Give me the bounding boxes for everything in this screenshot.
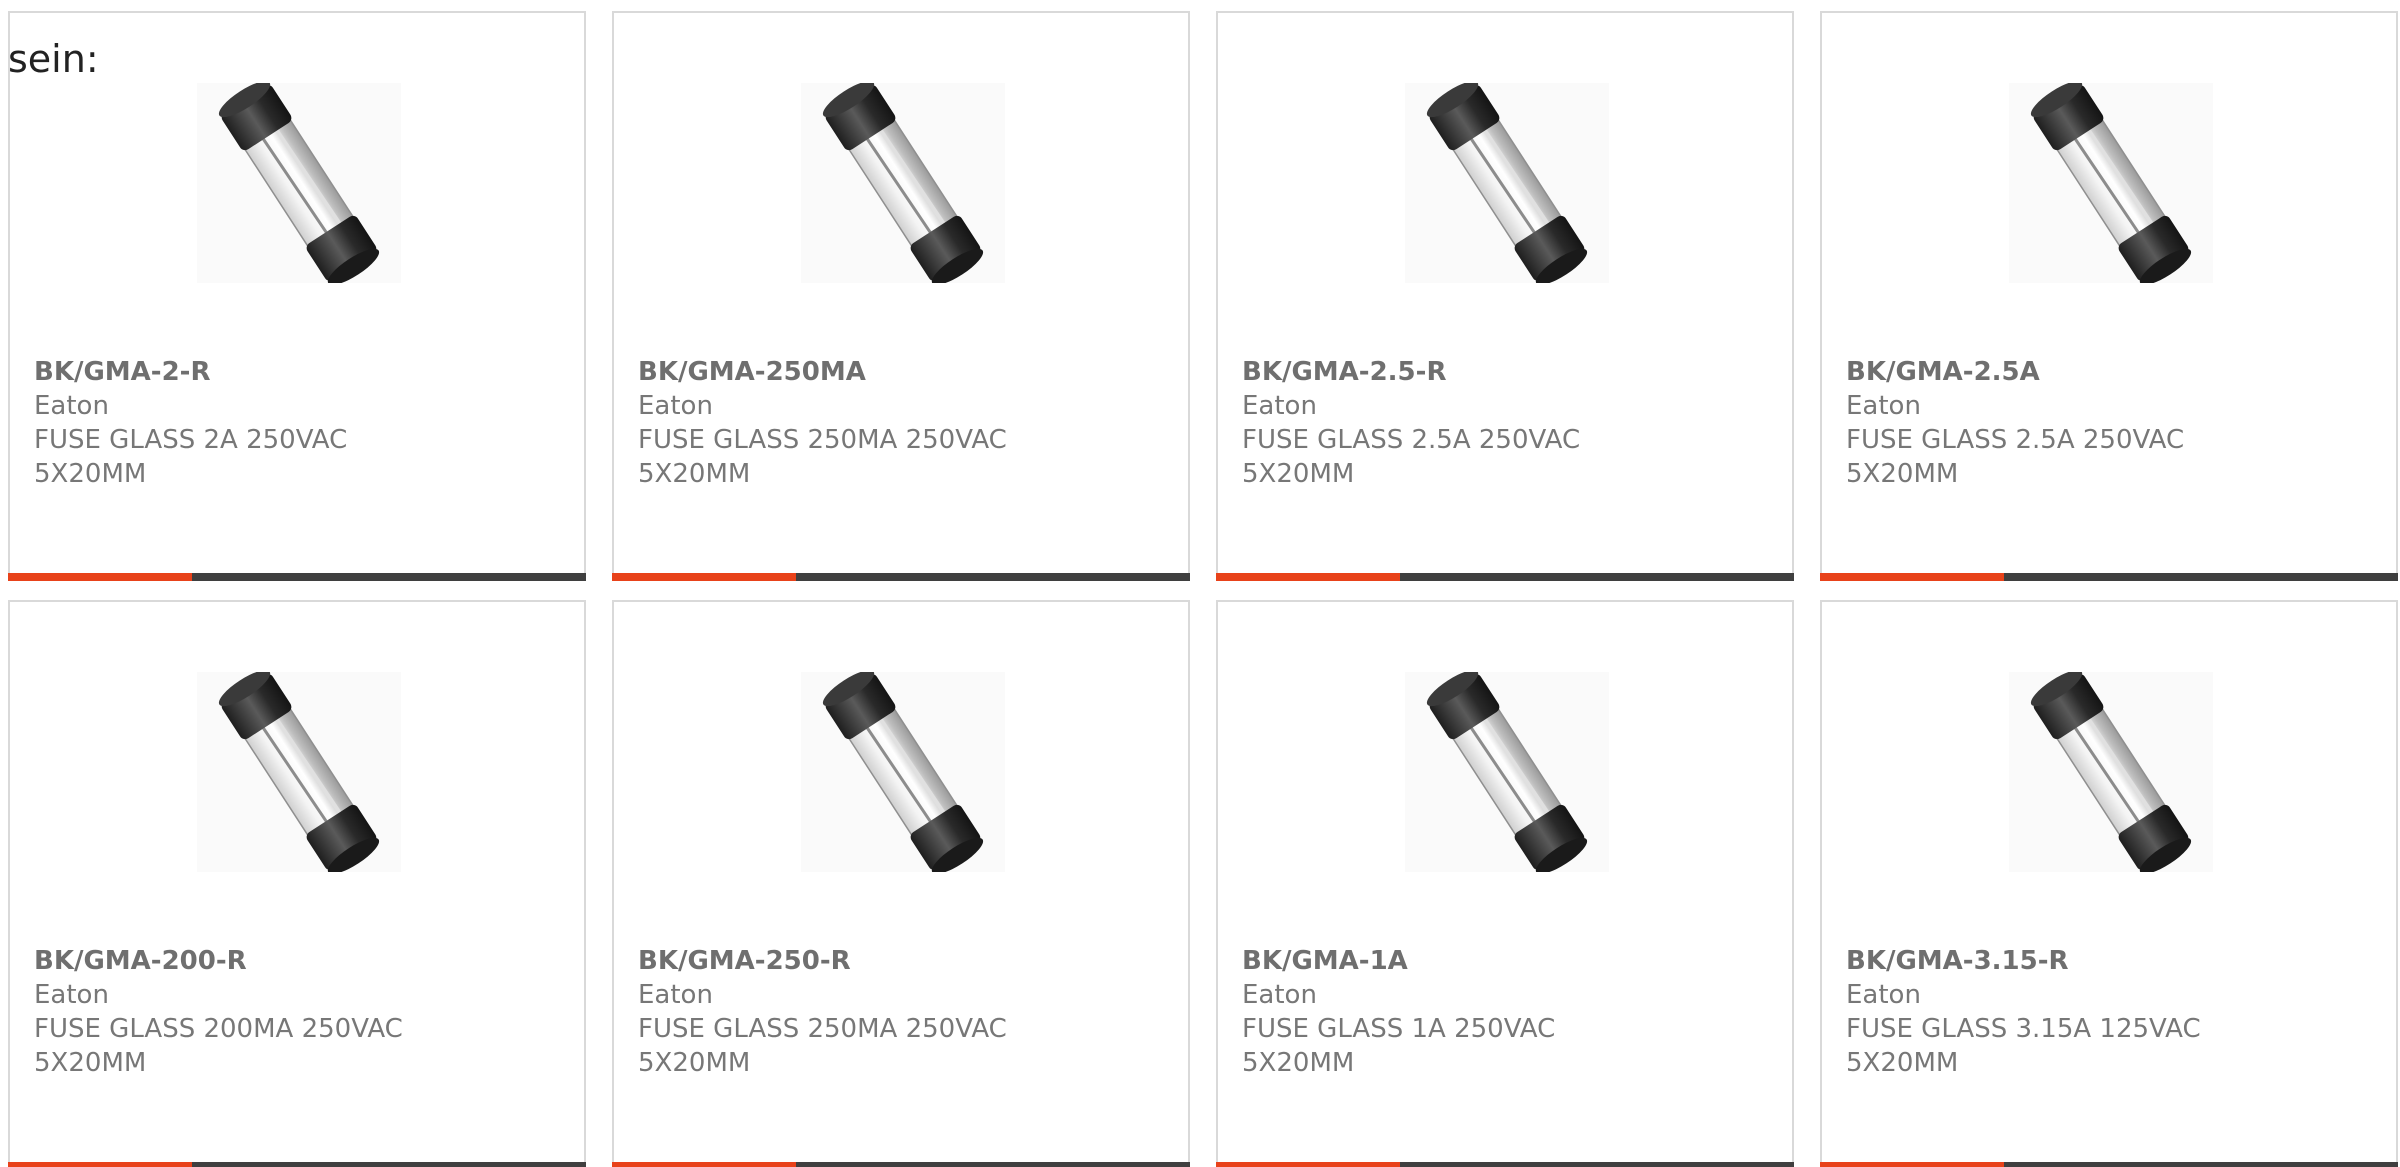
product-description: FUSE GLASS 2.5A 250VAC 5X20MM [1846,425,2185,489]
product-info: BK/GMA-2.5-R Eaton FUSE GLASS 2.5A 250VA… [1242,355,1672,491]
product-manufacturer: Eaton [1242,391,1317,421]
card-footer-bar [612,1162,1190,1167]
glass-fuse-icon[interactable] [197,672,401,872]
product-info: BK/GMA-200-R Eaton FUSE GLASS 200MA 250V… [34,944,464,1080]
product-part-number[interactable]: BK/GMA-200-R [34,944,464,978]
card-footer-bar [8,573,586,581]
product-card[interactable]: BK/GMA-2-R Eaton FUSE GLASS 2A 250VAC 5X… [8,11,586,581]
page: sein: BK/GMA-2-R Eaton FUSE GLASS 2A 250… [0,0,2400,1167]
product-card[interactable]: BK/GMA-250MA Eaton FUSE GLASS 250MA 250V… [612,11,1190,581]
product-info: BK/GMA-2.5A Eaton FUSE GLASS 2.5A 250VAC… [1846,355,2276,491]
product-description: FUSE GLASS 250MA 250VAC 5X20MM [638,1014,1007,1078]
product-manufacturer: Eaton [1846,980,1921,1010]
card-footer-bar [8,1162,586,1167]
product-part-number[interactable]: BK/GMA-250MA [638,355,1068,389]
glass-fuse-icon[interactable] [2009,672,2213,872]
product-description: FUSE GLASS 200MA 250VAC 5X20MM [34,1014,403,1078]
product-info: BK/GMA-250MA Eaton FUSE GLASS 250MA 250V… [638,355,1068,491]
product-manufacturer: Eaton [638,980,713,1010]
card-accent-bar [1820,573,2004,581]
product-description: FUSE GLASS 2.5A 250VAC 5X20MM [1242,425,1581,489]
product-manufacturer: Eaton [1846,391,1921,421]
product-info: BK/GMA-3.15-R Eaton FUSE GLASS 3.15A 125… [1846,944,2276,1080]
glass-fuse-icon[interactable] [1405,83,1609,283]
card-footer-bar [1820,1162,2398,1167]
product-part-number[interactable]: BK/GMA-2.5A [1846,355,2276,389]
product-manufacturer: Eaton [34,391,109,421]
product-part-number[interactable]: BK/GMA-3.15-R [1846,944,2276,978]
card-footer-bar [612,573,1190,581]
product-card[interactable]: BK/GMA-2.5-R Eaton FUSE GLASS 2.5A 250VA… [1216,11,1794,581]
card-footer-bar [1820,573,2398,581]
glass-fuse-icon[interactable] [1405,672,1609,872]
intro-text: sein: [8,37,99,81]
product-card[interactable]: BK/GMA-200-R Eaton FUSE GLASS 200MA 250V… [8,600,586,1167]
glass-fuse-icon[interactable] [801,672,1005,872]
card-accent-bar [1216,573,1400,581]
card-accent-bar [612,573,796,581]
product-manufacturer: Eaton [638,391,713,421]
glass-fuse-icon[interactable] [2009,83,2213,283]
card-accent-bar [8,573,192,581]
product-card[interactable]: BK/GMA-2.5A Eaton FUSE GLASS 2.5A 250VAC… [1820,11,2398,581]
product-description: FUSE GLASS 2A 250VAC 5X20MM [34,425,348,489]
product-info: BK/GMA-1A Eaton FUSE GLASS 1A 250VAC 5X2… [1242,944,1672,1080]
product-part-number[interactable]: BK/GMA-2-R [34,355,464,389]
product-manufacturer: Eaton [34,980,109,1010]
product-manufacturer: Eaton [1242,980,1317,1010]
card-accent-bar [8,1162,192,1167]
glass-fuse-icon[interactable] [801,83,1005,283]
product-card[interactable]: BK/GMA-250-R Eaton FUSE GLASS 250MA 250V… [612,600,1190,1167]
product-info: BK/GMA-2-R Eaton FUSE GLASS 2A 250VAC 5X… [34,355,464,491]
product-description: FUSE GLASS 3.15A 125VAC 5X20MM [1846,1014,2201,1078]
card-accent-bar [1820,1162,2004,1167]
card-accent-bar [1216,1162,1400,1167]
product-card[interactable]: BK/GMA-3.15-R Eaton FUSE GLASS 3.15A 125… [1820,600,2398,1167]
product-grid: BK/GMA-2-R Eaton FUSE GLASS 2A 250VAC 5X… [8,11,2398,1167]
product-part-number[interactable]: BK/GMA-250-R [638,944,1068,978]
product-card[interactable]: BK/GMA-1A Eaton FUSE GLASS 1A 250VAC 5X2… [1216,600,1794,1167]
card-accent-bar [612,1162,796,1167]
product-info: BK/GMA-250-R Eaton FUSE GLASS 250MA 250V… [638,944,1068,1080]
product-description: FUSE GLASS 1A 250VAC 5X20MM [1242,1014,1556,1078]
product-part-number[interactable]: BK/GMA-2.5-R [1242,355,1672,389]
glass-fuse-icon[interactable] [197,83,401,283]
card-footer-bar [1216,1162,1794,1167]
card-footer-bar [1216,573,1794,581]
product-part-number[interactable]: BK/GMA-1A [1242,944,1672,978]
product-description: FUSE GLASS 250MA 250VAC 5X20MM [638,425,1007,489]
